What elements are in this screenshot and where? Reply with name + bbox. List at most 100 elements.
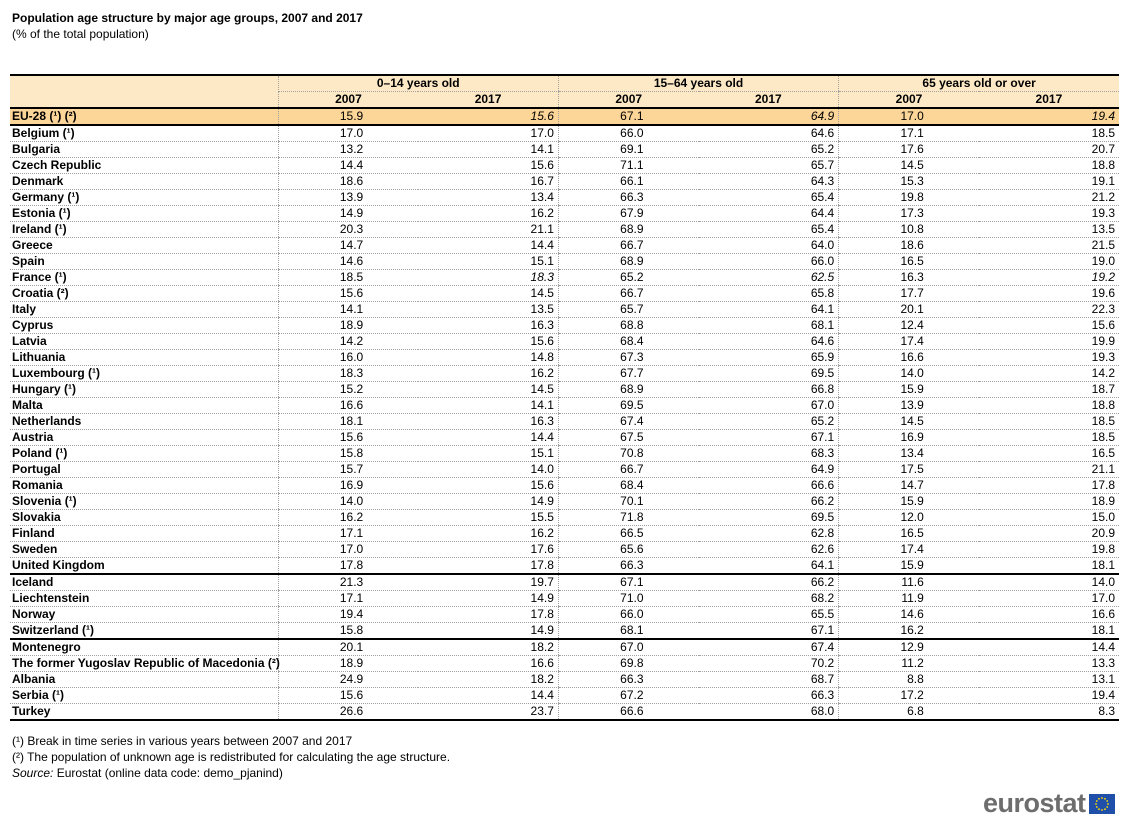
value-cell: 66.7 [557, 461, 699, 478]
value-cell: 19.2 [978, 269, 1119, 286]
table-row: Liechtenstein 17.1 14.9 71.0 68.2 11.9 17.0 [10, 590, 1119, 607]
value-cell: 18.8 [978, 157, 1119, 174]
table-row: Greece 14.7 14.4 66.7 64.0 18.6 21.5 [10, 237, 1119, 254]
value-cell: 64.9 [698, 108, 839, 126]
value-cell: 68.9 [557, 221, 699, 238]
value-cell: 66.0 [698, 253, 839, 270]
value-cell: 65.2 [557, 269, 699, 286]
value-cell: 66.0 [557, 606, 699, 623]
value-cell: 18.2 [418, 639, 559, 656]
value-cell: 13.5 [978, 221, 1119, 238]
table-row: Denmark 18.6 16.7 66.1 64.3 15.3 19.1 [10, 173, 1119, 190]
value-cell: 67.4 [557, 413, 699, 430]
value-cell: 18.3 [277, 365, 419, 382]
value-cell: 16.5 [838, 253, 979, 270]
value-cell: 64.6 [698, 125, 839, 142]
value-cell: 65.4 [698, 189, 839, 206]
value-cell: 15.6 [418, 477, 559, 494]
value-cell: 24.9 [277, 671, 419, 688]
value-cell: 65.7 [557, 301, 699, 318]
table-row: Belgium (¹) 17.0 17.0 66.0 64.6 17.1 18.5 [10, 125, 1119, 142]
value-cell: 21.1 [978, 461, 1119, 478]
value-cell: 12.4 [838, 317, 979, 334]
value-cell: 13.1 [978, 671, 1119, 688]
row-label: Belgium (¹) [10, 125, 279, 142]
table-row: Romania 16.9 15.6 68.4 66.6 14.7 17.8 [10, 477, 1119, 494]
table-row: Croatia (²) 15.6 14.5 66.7 65.8 17.7 19.6 [10, 285, 1119, 302]
row-label: Malta [10, 397, 279, 414]
value-cell: 66.8 [698, 381, 839, 398]
value-cell: 14.5 [418, 285, 559, 302]
table-row: Norway 19.4 17.8 66.0 65.5 14.6 16.6 [10, 606, 1119, 623]
value-cell: 15.9 [838, 493, 979, 510]
value-cell: 15.0 [978, 509, 1119, 526]
row-label: EU-28 (¹) (²) [10, 108, 279, 126]
value-cell: 68.1 [557, 622, 699, 640]
value-cell: 18.6 [277, 173, 419, 190]
table-row: Czech Republic 14.4 15.6 71.1 65.7 14.5 18.8 [10, 157, 1119, 174]
value-cell: 23.7 [418, 703, 559, 721]
value-cell: 66.3 [557, 189, 699, 206]
value-cell: 70.1 [557, 493, 699, 510]
value-cell: 19.3 [978, 349, 1119, 366]
value-cell: 16.5 [838, 525, 979, 542]
value-cell: 66.1 [557, 173, 699, 190]
value-cell: 66.2 [698, 493, 839, 510]
value-cell: 16.3 [418, 413, 559, 430]
value-cell: 14.9 [418, 622, 559, 640]
value-cell: 66.2 [698, 574, 839, 591]
row-label: Spain [10, 253, 279, 270]
value-cell: 19.9 [978, 333, 1119, 350]
year-header: 2007 [838, 91, 979, 109]
row-label: The former Yugoslav Republic of Macedoni… [10, 655, 280, 672]
value-cell: 68.2 [698, 590, 839, 607]
value-cell: 66.3 [557, 671, 699, 688]
footnote-2: (²) The population of unknown age is red… [12, 750, 451, 764]
value-cell: 17.1 [277, 525, 419, 542]
value-cell: 19.8 [978, 541, 1119, 558]
value-cell: 17.0 [838, 108, 979, 126]
table-subtitle: (% of the total population) [12, 27, 149, 41]
value-cell: 17.6 [838, 141, 979, 158]
value-cell: 16.6 [277, 397, 419, 414]
row-label: Iceland [10, 574, 279, 591]
value-cell: 16.2 [418, 365, 559, 382]
value-cell: 14.8 [418, 349, 559, 366]
value-cell: 64.1 [698, 301, 839, 318]
value-cell: 66.6 [698, 477, 839, 494]
value-cell: 68.1 [698, 317, 839, 334]
value-cell: 15.9 [838, 381, 979, 398]
value-cell: 65.2 [698, 141, 839, 158]
flag-star [1097, 807, 1100, 810]
value-cell: 15.6 [978, 317, 1119, 334]
value-cell: 68.7 [698, 671, 839, 688]
row-label: Italy [10, 301, 279, 318]
value-cell: 17.3 [838, 205, 979, 222]
value-cell: 20.1 [838, 301, 979, 318]
value-cell: 19.4 [978, 108, 1119, 126]
value-cell: 18.5 [978, 429, 1119, 446]
value-cell: 64.6 [698, 333, 839, 350]
value-cell: 16.2 [277, 509, 419, 526]
flag-star [1095, 805, 1098, 808]
value-cell: 15.6 [418, 157, 559, 174]
value-cell: 17.1 [838, 125, 979, 142]
value-cell: 17.2 [838, 687, 979, 704]
value-cell: 69.5 [698, 509, 839, 526]
table-row: Slovakia 16.2 15.5 71.8 69.5 12.0 15.0 [10, 509, 1119, 526]
table-row: Switzerland (¹) 15.8 14.9 68.1 67.1 16.2 18.1 [10, 622, 1119, 640]
table-row: France (¹) 18.5 18.3 65.2 62.5 16.3 19.2 [10, 269, 1119, 286]
value-cell: 64.1 [698, 557, 839, 575]
row-label: Austria [10, 429, 279, 446]
value-cell: 69.5 [698, 365, 839, 382]
value-cell: 68.3 [698, 445, 839, 462]
row-label: Montenegro [10, 639, 279, 656]
value-cell: 15.3 [838, 173, 979, 190]
value-cell: 68.4 [557, 333, 699, 350]
value-cell: 18.1 [277, 413, 419, 430]
value-cell: 17.8 [418, 606, 559, 623]
value-cell: 18.8 [978, 397, 1119, 414]
value-cell: 16.2 [418, 525, 559, 542]
row-label: Switzerland (¹) [10, 622, 279, 640]
value-cell: 14.1 [418, 141, 559, 158]
